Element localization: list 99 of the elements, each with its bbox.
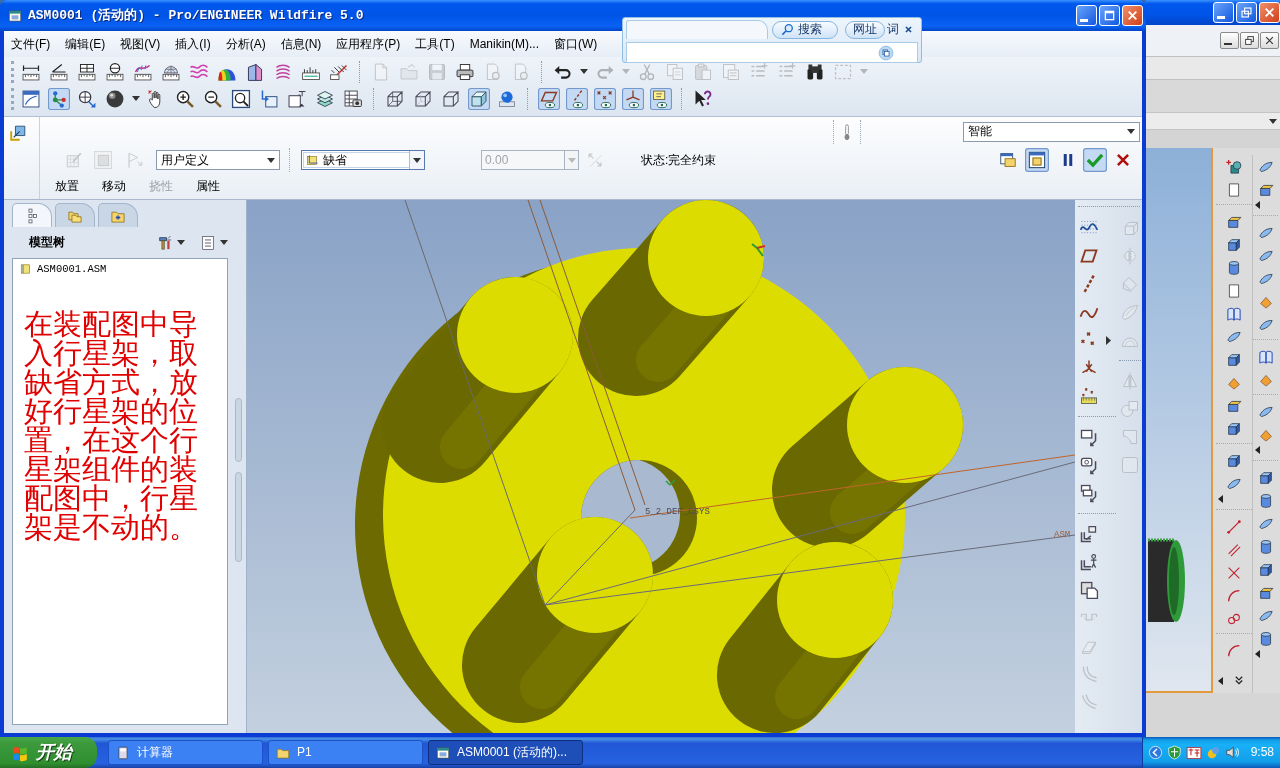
window-icon[interactable] — [20, 87, 42, 110]
left-triangle-icon[interactable] — [1218, 676, 1223, 685]
dashboard-tab[interactable]: 移动 — [90, 179, 137, 194]
menu-item[interactable]: 插入(I) — [172, 35, 214, 53]
taskbar-button[interactable]: 计算器 — [108, 740, 263, 765]
taskbar-button[interactable]: P1 — [268, 740, 423, 765]
menu-item[interactable]: 信息(N) — [277, 35, 325, 53]
caret-icon[interactable] — [177, 240, 185, 245]
box-plus-icon[interactable] — [1225, 157, 1243, 176]
zoom-box-icon[interactable] — [230, 87, 252, 110]
left-triangle-icon[interactable] — [1255, 201, 1260, 209]
minimize-icon — [1223, 42, 1232, 46]
close-icon — [1263, 34, 1276, 47]
axes-eye-icon[interactable] — [622, 87, 644, 110]
splitter-handle[interactable] — [235, 398, 242, 462]
menu-item[interactable]: 应用程序(P) — [333, 35, 404, 53]
calculator-icon — [115, 744, 131, 761]
app-window-icon — [7, 7, 23, 24]
double-chevron-icon[interactable] — [1235, 676, 1243, 685]
corner-square-icon[interactable] — [8, 123, 28, 143]
menu-item[interactable]: 窗口(W) — [551, 35, 601, 53]
minimize-icon — [1080, 18, 1088, 22]
axis-eye-icon[interactable] — [566, 87, 588, 110]
marks-on-bar-icon[interactable] — [1078, 385, 1100, 407]
caret-right-icon[interactable] — [1106, 335, 1111, 345]
close-button[interactable] — [1260, 32, 1279, 49]
tree-item[interactable]: ASM0001.ASM — [37, 262, 107, 276]
square-axes-icon — [305, 152, 320, 168]
start-button[interactable]: 开始 — [0, 737, 97, 768]
window-icon[interactable] — [1025, 148, 1049, 172]
dropdown-button[interactable] — [409, 151, 424, 169]
maximize-icon — [1102, 8, 1117, 23]
circle-ruler-icon[interactable] — [104, 60, 126, 83]
status-text: 状态:完全约束 — [641, 152, 717, 168]
annotation-text: 在装配图中导入行星架，取缺省方式，放好行星架的位置，在这个行星架组件的装配图中，行星架是不动的。 — [24, 310, 199, 542]
caret-icon[interactable] — [267, 157, 275, 163]
datum-label: ASM — [1054, 530, 1071, 540]
menu-item[interactable]: 文件(F) — [8, 35, 54, 53]
tools-icon[interactable] — [156, 233, 174, 252]
axes-marker-icon — [751, 243, 766, 257]
window-title: ASM0001 (活动的) - Pro/ENGINEER Wildfire 5.0 — [28, 7, 364, 24]
menu-item[interactable]: 编辑(E) — [62, 35, 109, 53]
search-icon — [780, 22, 795, 37]
restore-icon — [1243, 34, 1256, 47]
panel-tab[interactable] — [12, 203, 52, 227]
splitter-handle[interactable] — [235, 472, 242, 562]
dashboard-tab[interactable]: 属性 — [184, 179, 231, 194]
list-icon[interactable] — [199, 233, 217, 252]
menu-item[interactable]: 工具(T) — [412, 35, 458, 53]
close-icon — [1125, 8, 1140, 23]
line-icon[interactable] — [1225, 517, 1243, 536]
minimize-button[interactable] — [1220, 32, 1239, 49]
left-triangle-icon[interactable] — [1218, 495, 1223, 503]
panel-title: 模型树 — [29, 235, 65, 250]
plane-eye-icon[interactable] — [538, 87, 560, 110]
node-graph-icon[interactable] — [48, 87, 70, 110]
input-field[interactable] — [626, 42, 918, 63]
points-eye-icon[interactable] — [594, 87, 616, 110]
check-icon[interactable] — [1083, 148, 1107, 172]
menu-item[interactable]: Manikin(M)... — [466, 35, 542, 53]
shaded-cube-icon[interactable] — [468, 87, 490, 110]
chevron-icon[interactable] — [1147, 744, 1164, 761]
clock: 9:58 — [1250, 745, 1274, 760]
caret-icon[interactable] — [580, 69, 588, 74]
left-triangle-icon[interactable] — [1255, 446, 1260, 454]
constraint-dropdown[interactable]: 缺省 — [301, 150, 425, 170]
table-camera-icon[interactable] — [342, 87, 364, 110]
shield-icon[interactable] — [1166, 744, 1183, 761]
app-window-icon — [435, 744, 451, 761]
dashboard-tab[interactable]: 放置 — [43, 179, 90, 194]
copy-icon[interactable] — [877, 43, 895, 62]
restore-icon — [1239, 5, 1254, 20]
speaker-icon[interactable] — [1224, 744, 1241, 761]
close-icon — [1262, 5, 1277, 20]
stacked-windows-icon[interactable] — [998, 150, 1018, 170]
axes-marker-icon — [665, 479, 676, 486]
part-square-icon — [19, 262, 33, 276]
caret-icon — [567, 157, 576, 163]
note-eye-icon[interactable] — [650, 87, 672, 110]
minimize-icon — [1217, 15, 1225, 19]
stacked-pages-icon[interactable] — [1078, 579, 1100, 601]
search-button[interactable]: 搜索 — [772, 20, 838, 39]
url-button[interactable]: 网址 — [845, 20, 885, 39]
constraint-set-dropdown[interactable]: 用户定义 — [156, 150, 280, 170]
datum-label: 5_2_DEF_CSYS — [645, 507, 710, 517]
menu-item[interactable]: 视图(V) — [117, 35, 164, 53]
caret-icon[interactable] — [1127, 129, 1135, 134]
caret-icon — [413, 157, 421, 163]
restore-button[interactable] — [1240, 32, 1259, 49]
maximize-button[interactable] — [1099, 5, 1120, 26]
caret-icon[interactable] — [220, 240, 228, 245]
menu-item[interactable]: 分析(A) — [222, 35, 269, 53]
filter-dropdown[interactable]: 智能 — [963, 121, 1140, 142]
caret-icon[interactable] — [1269, 118, 1277, 124]
taskbar-button[interactable]: ASM0001 (活动的)... — [428, 740, 583, 765]
word-button[interactable]: 词 — [885, 22, 901, 37]
left-triangle-icon[interactable] — [1255, 650, 1260, 658]
input-field[interactable] — [626, 20, 768, 39]
caret-icon[interactable] — [132, 96, 140, 101]
